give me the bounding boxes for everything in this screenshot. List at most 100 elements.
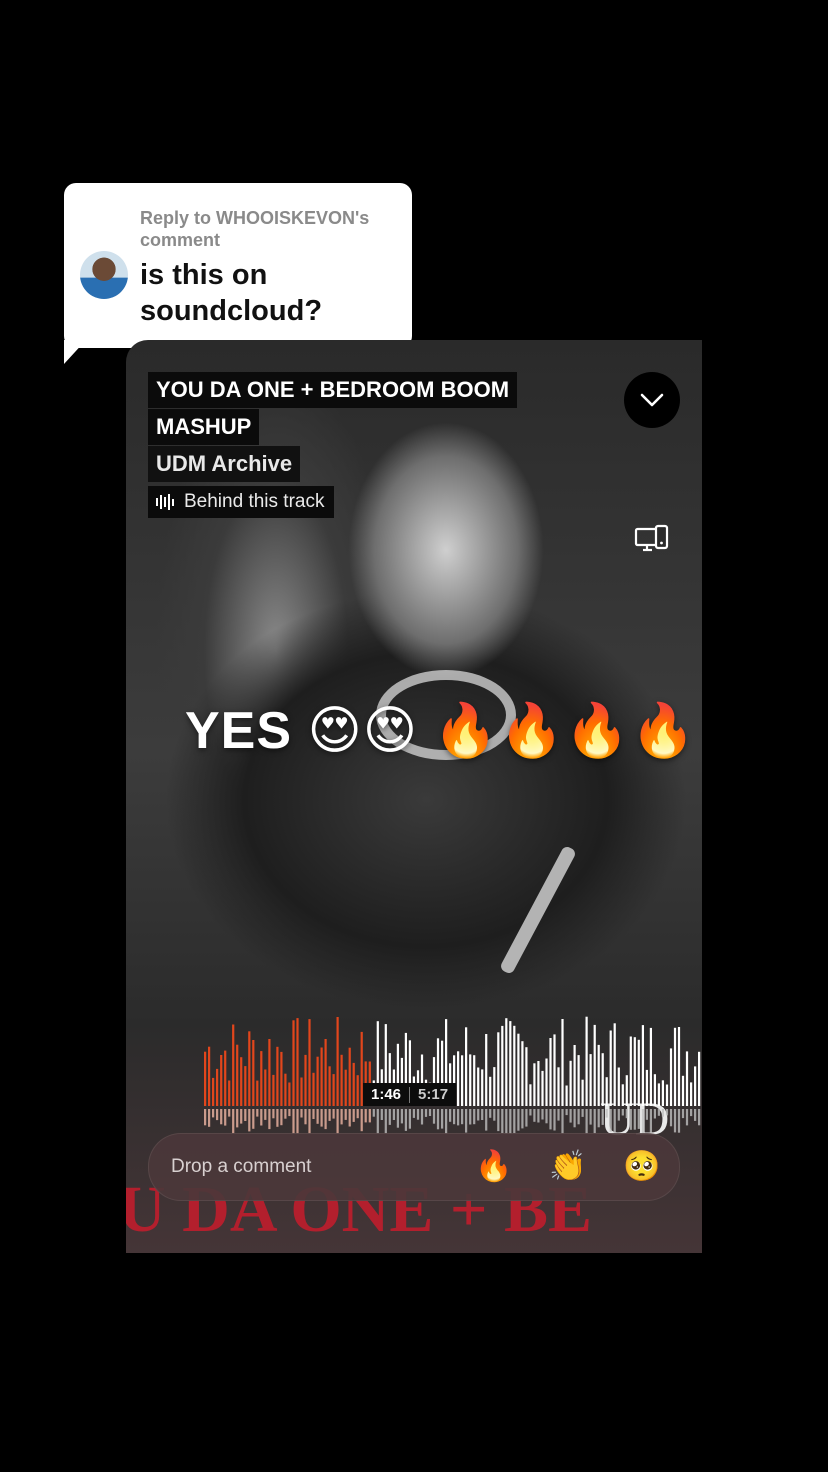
waveform-bar [280,1051,283,1106]
waveform-bar [649,1027,653,1106]
waveform-bar [232,1024,235,1106]
waveform-bar [613,1023,616,1106]
total-time: 5:17 [418,1086,449,1103]
waveform-reflection-bar [681,1109,685,1119]
waveform-reflection-bar [629,1109,632,1130]
waveform-bar [557,1067,560,1106]
waveform-bar [629,1036,632,1106]
waveform-reflection-bar [348,1109,351,1127]
waveform-reflection-bar [690,1109,693,1117]
waveform-bar [216,1068,219,1106]
waveform-bar [561,1019,564,1106]
waveform-bar [224,1050,227,1106]
waveform-bar [328,1066,331,1106]
waveform-reflection-bar [537,1109,540,1123]
collapse-button[interactable] [624,372,680,428]
waveform-reflection-bar [481,1109,484,1120]
waveform-reflection-bar [625,1109,628,1119]
behind-this-track-button[interactable]: Behind this track [148,486,335,518]
waveform-reflection-bar [364,1109,367,1123]
waveform-reflection-bar [565,1109,568,1116]
reply-bubble-tail [64,340,86,364]
waveform-reflection-bar [457,1109,460,1126]
waveform-reflection-bar [324,1109,327,1130]
waveform-bar [352,1062,355,1106]
reaction-pleading-button[interactable]: 🥺 [623,1149,660,1185]
waveform-reflection-bar [561,1109,564,1134]
track-artist[interactable]: UDM Archive [148,446,301,482]
waveform-bar [220,1055,223,1106]
waveform-bar [477,1067,480,1106]
waveform-bar [533,1063,536,1106]
waveform-bar [276,1046,279,1106]
waveform-bar [296,1018,299,1106]
waveform-reflection-bar [469,1109,472,1125]
waveform-reflection-bar [621,1109,624,1116]
waveform-bar [593,1024,596,1106]
waveform-reflection-bar [272,1109,275,1119]
waveform-reflection-bar [605,1109,608,1118]
reaction-fire-button[interactable]: 🔥 [475,1149,512,1185]
waveform-bar [457,1051,460,1106]
waveform-bar [617,1067,620,1106]
reaction-clap-button[interactable]: 👏 [549,1149,586,1185]
waveform-reflection-bar [212,1109,215,1118]
waveform-reflection-bar [577,1109,580,1125]
waveform-reflection-bar [368,1109,371,1123]
waveform-bar [300,1077,303,1106]
waveform-reflection-bar [420,1109,424,1125]
waveform-reflection-bar [501,1109,504,1133]
waveform-reflection-bar [428,1109,432,1116]
waveform-bar [340,1054,343,1106]
time-divider [409,1086,411,1103]
waveform-reflection-bar [392,1109,396,1120]
waveform-reflection-bar [513,1109,516,1134]
waveform-reflection-bar [244,1109,247,1121]
waveform-reflection-bar [649,1109,653,1133]
waveform-reflection-bar [665,1109,669,1116]
cast-devices-icon[interactable] [634,524,670,554]
waveform-reflection-bar [384,1109,387,1134]
waveform-bar [521,1041,524,1106]
waveform-reflection-bar [344,1109,347,1120]
waveform-bar [489,1076,492,1106]
waveform-bar [493,1067,496,1106]
waveform-bar [356,1075,359,1106]
waveform-bar [461,1055,464,1106]
waveform-reflection-bar [232,1109,235,1134]
waveform-bar [248,1031,251,1106]
comment-input[interactable]: Drop a comment [171,1154,451,1180]
waveform-bar [565,1085,568,1106]
comment-bar[interactable]: Drop a comment 🔥 👏 🥺 [148,1133,680,1201]
waveform-bar [292,1020,295,1106]
playback-time-badge: 1:46 5:17 [363,1083,457,1106]
waveform-scrubber[interactable] [204,1014,702,1134]
track-title-line2[interactable]: MASHUP [148,409,260,445]
reply-comment-text: is this on soundcloud? [140,259,323,327]
waveform-reflection-bar [268,1109,271,1130]
waveform-bar [545,1058,548,1106]
current-time: 1:46 [371,1086,402,1103]
waveform-reflection-bar [312,1109,315,1119]
waveform-reflection-bar [396,1109,400,1128]
reply-bubble[interactable]: Reply to WHOOISKEVON's comment is this o… [64,183,412,348]
track-title-line1[interactable]: YOU DA ONE + BEDROOM BOOM [148,372,518,408]
waveform-bar [240,1057,243,1106]
waveform-reflection-bar [228,1109,231,1117]
waveform-reflection-bar [260,1109,263,1126]
waveform-reflection-bar [461,1109,464,1125]
waveform-reflection-bar [424,1109,428,1117]
waveform-reflection-bar [352,1109,355,1122]
waveform-reflection-bar [432,1109,436,1124]
waveform-reflection-bar [412,1109,416,1118]
waveform-bar [260,1051,263,1106]
waveform-bar [549,1038,552,1106]
waveform-reflection-bar [436,1109,440,1130]
waveform-bar [264,1069,267,1106]
waveform-reflection-bar [525,1109,528,1127]
waveform-bar [694,1066,697,1106]
waveform-reflection-bar [589,1109,592,1125]
waveform-bar [332,1074,335,1106]
waveform-bar [541,1070,544,1106]
waveform-bar [653,1074,657,1106]
